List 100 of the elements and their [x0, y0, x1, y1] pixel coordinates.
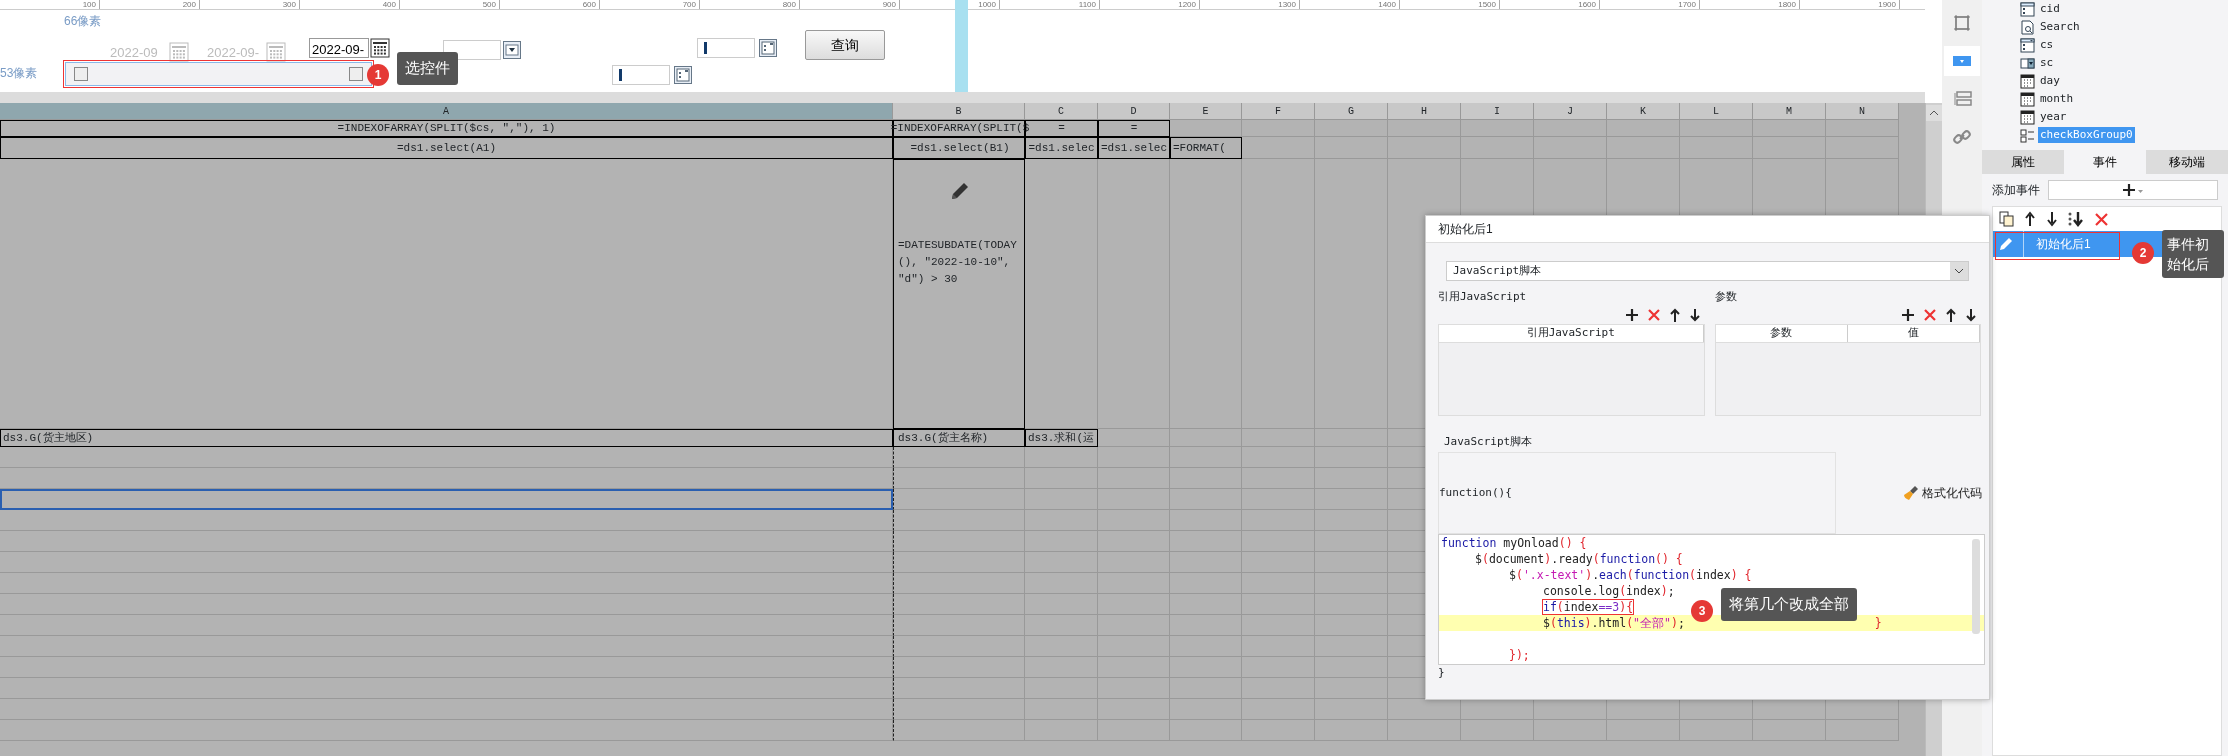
up-arrow-icon[interactable] [2024, 211, 2036, 227]
sheet-cell [1098, 531, 1170, 552]
column-header[interactable]: H [1388, 103, 1461, 120]
column-header[interactable]: C [1025, 103, 1098, 120]
column-header[interactable]: I [1461, 103, 1534, 120]
sheet-cell [1098, 699, 1170, 720]
sheet-cell: =ds1.select(B1) [893, 137, 1025, 159]
sheet-cell: ds3.求和(运 [1025, 429, 1098, 447]
tree-item[interactable]: day [2038, 72, 2062, 90]
sheet-cell [1098, 510, 1170, 531]
code-line: console.log(index); [1543, 584, 1675, 598]
code-line: }); [1509, 648, 1530, 662]
scroll-up-icon[interactable] [1926, 104, 1942, 121]
sheet-cell [1098, 489, 1170, 510]
sheet-cell [1170, 720, 1242, 741]
tree-item[interactable]: Search [2038, 18, 2082, 36]
code-line: $(this).html("全部"); [1543, 616, 1685, 630]
ruler-label: 1200 [1100, 0, 1200, 9]
code-line: $(document).ready(function() { [1475, 552, 1683, 566]
sheet-cell [1098, 552, 1170, 573]
widget-icon[interactable] [759, 39, 777, 57]
copy-icon[interactable] [1999, 211, 2014, 227]
add-icon[interactable] [1901, 307, 1915, 322]
code-footer: } [1426, 665, 1989, 682]
ruler-label: 1300 [1200, 0, 1300, 9]
down-arrow-icon[interactable] [2046, 211, 2058, 227]
section-title: 引用JavaScript [1438, 289, 1528, 305]
text-field[interactable] [612, 65, 670, 85]
script-type-select[interactable]: JavaScript脚本 [1446, 261, 1969, 281]
ruler-label: 1500 [1400, 0, 1500, 9]
delete-icon[interactable] [1923, 307, 1937, 322]
sheet-cell [1170, 636, 1242, 657]
combo-widget-icon [2020, 37, 2035, 53]
code-line: if(index==3){ [1543, 600, 1634, 614]
column-header[interactable]: D [1098, 103, 1170, 120]
sheet-cell: ds3.G(货主名称) [893, 429, 1025, 447]
format-code-button[interactable]: 格式化代码 [1902, 483, 1983, 503]
calendar-icon [2020, 109, 2035, 125]
ruler-label: 300 [200, 0, 300, 9]
tree-item[interactable]: sc [2038, 54, 2056, 72]
tree-item[interactable]: month [2038, 90, 2076, 108]
tree-item[interactable]: year [2038, 108, 2069, 126]
calendar-icon [2020, 91, 2035, 107]
down-arrow-icon[interactable] [1688, 307, 1701, 322]
delete-icon[interactable] [2094, 211, 2109, 227]
column-header[interactable]: E [1170, 103, 1242, 120]
dropdown-icon [2020, 55, 2035, 71]
sheet-cell [1098, 720, 1170, 741]
checkbox-group[interactable] [65, 62, 372, 86]
ruler-label: 500 [400, 0, 500, 9]
ruler-label: 400 [300, 0, 400, 9]
scrollbar-thumb[interactable] [1972, 539, 1980, 634]
column-header[interactable]: M [1753, 103, 1826, 120]
sheet-cell [1170, 573, 1242, 594]
date-field[interactable]: 2022-09- [309, 38, 369, 58]
column-header[interactable]: J [1534, 103, 1607, 120]
calendar-icon[interactable] [370, 38, 390, 58]
sheet-cell: ds3.G(货主地区) [0, 429, 893, 447]
column-header[interactable]: F [1242, 103, 1315, 120]
sheet-cell [1098, 573, 1170, 594]
horizontal-scrollbar[interactable] [0, 92, 1925, 103]
column-header[interactable]: G [1315, 103, 1388, 120]
plus-icon [2122, 183, 2144, 197]
column-header[interactable]: B [893, 103, 1025, 120]
sheet-cell: = [1098, 120, 1170, 137]
checkbox[interactable] [349, 67, 363, 81]
query-button[interactable]: 查询 [805, 30, 885, 60]
move-bottom-icon[interactable] [2068, 211, 2084, 227]
code-brace: } [1874, 616, 1882, 630]
column-header[interactable]: A [0, 103, 893, 120]
sheet-cell [1170, 510, 1242, 531]
up-arrow-icon[interactable] [1668, 307, 1681, 322]
selected-cell[interactable] [0, 489, 893, 510]
tree-item[interactable]: cs [2038, 36, 2056, 54]
formula-text: =DATESUBDATE(TODAY(), "2022-10-10", "d") > 30 [898, 238, 1018, 287]
dropdown-field[interactable] [443, 40, 501, 60]
panel-tab[interactable]: 属性 [1982, 150, 2064, 174]
column-header[interactable]: L [1680, 103, 1753, 120]
up-arrow-icon[interactable] [1945, 307, 1957, 322]
add-icon[interactable] [1624, 307, 1639, 322]
broom-icon [1903, 485, 1919, 501]
sheet-cell [1170, 120, 1242, 137]
sheet-cell [1098, 429, 1170, 447]
panel-tab[interactable]: 移动端 [2146, 150, 2228, 174]
widget-icon[interactable] [674, 66, 692, 84]
ruler-label: 800 [700, 0, 800, 9]
toolbar-item[interactable] [1944, 46, 1980, 76]
dropdown-arrow-icon[interactable] [503, 41, 521, 59]
ruler-label: 700 [600, 0, 700, 9]
down-arrow-icon[interactable] [1965, 307, 1977, 322]
text-field[interactable] [697, 38, 755, 58]
tree-item[interactable]: cid [2038, 0, 2062, 18]
ruler-label: 1700 [1600, 0, 1700, 9]
frame-icon [1951, 12, 1973, 34]
column-header[interactable]: N [1826, 103, 1899, 120]
column-header[interactable]: K [1607, 103, 1680, 120]
checkbox[interactable] [74, 67, 88, 81]
pencil-icon [1997, 235, 2015, 253]
chevron-down-icon [1954, 267, 1964, 275]
delete-icon[interactable] [1646, 307, 1661, 322]
